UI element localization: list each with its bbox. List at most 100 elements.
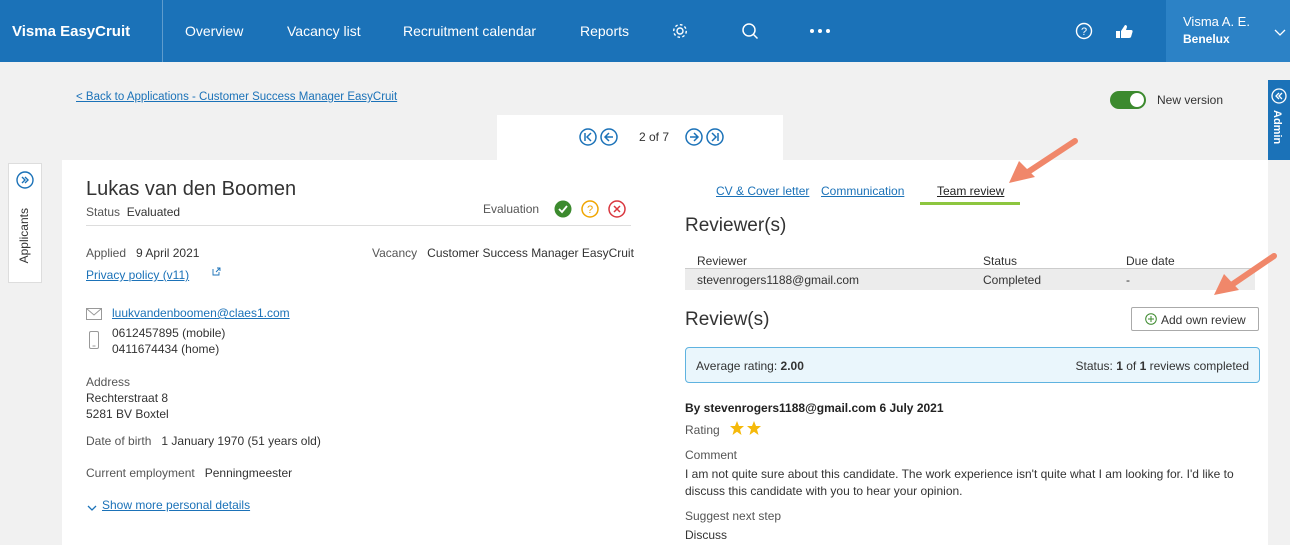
reviewers-heading: Reviewer(s)	[685, 215, 787, 236]
svg-text:?: ?	[587, 204, 593, 216]
active-tab-indicator	[920, 202, 1020, 205]
annotation-arrow-icon	[1210, 251, 1280, 302]
status-value: Evaluated	[126, 205, 181, 219]
dob-value: 1 January 1970 (51 years old)	[161, 434, 321, 448]
applied-field: Applied 9 April 2021	[86, 246, 199, 260]
reviewer-due-date: -	[1126, 273, 1130, 287]
star-icon	[746, 420, 762, 439]
show-more-personal-details-link[interactable]: Show more personal details	[102, 498, 250, 512]
thumbs-feedback-icon[interactable]	[1113, 0, 1137, 62]
tab-communication[interactable]: Communication	[821, 184, 904, 198]
plus-circle-icon	[1145, 313, 1157, 328]
average-rating-box: Average rating: 2.00 Status: 1 of 1 revi…	[685, 347, 1260, 383]
current-employment-field: Current employment Penningmeester	[86, 466, 292, 480]
average-rating-label: Average rating:	[696, 359, 778, 373]
status-field: Status Evaluated	[86, 205, 180, 219]
suggest-next-step-label: Suggest next step	[685, 509, 782, 523]
nav-reports[interactable]: Reports	[580, 0, 629, 62]
help-icon[interactable]: ?	[1072, 0, 1096, 62]
rating-label: Rating	[685, 423, 720, 437]
tab-cv-cover-letter[interactable]: CV & Cover letter	[716, 184, 809, 198]
reviews-status-label: Status:	[1075, 359, 1113, 373]
add-own-review-button[interactable]: Add own review	[1131, 307, 1259, 331]
nav-recruitment-calendar[interactable]: Recruitment calendar	[403, 0, 536, 62]
phone-mobile: 0612457895 (mobile)	[112, 326, 226, 340]
applicants-panel-tab[interactable]: Applicants	[8, 163, 42, 283]
top-navigation-bar: Visma EasyCruit Overview Vacancy list Re…	[0, 0, 1290, 62]
suggest-next-step-value: Discuss	[685, 528, 728, 542]
pager-position: 2 of 7	[639, 130, 670, 144]
next-applicant-icon[interactable]	[685, 128, 703, 149]
admin-label: Admin	[1271, 110, 1283, 145]
first-applicant-icon[interactable]	[579, 128, 597, 149]
back-to-applications-link[interactable]: < Back to Applications - Customer Succes…	[76, 91, 397, 103]
applicant-pager: 2 of 7	[497, 115, 783, 160]
address-line-2: 5281 BV Boxtel	[86, 407, 169, 421]
admin-panel-tab[interactable]: Admin	[1268, 80, 1290, 160]
nav-vacancy-list[interactable]: Vacancy list	[287, 0, 361, 62]
evaluation-approve-icon[interactable]	[554, 200, 572, 221]
reviews-status: Status: 1 of 1 reviews completed	[1076, 359, 1250, 373]
address-line-1: Rechterstraat 8	[86, 391, 169, 405]
average-rating: Average rating: 2.00	[696, 359, 804, 373]
tab-team-review[interactable]: Team review	[937, 184, 1004, 198]
user-menu[interactable]: Visma A. E. Benelux	[1166, 0, 1290, 62]
review-comment: I am not quite sure about this candidate…	[685, 467, 1234, 498]
double-chevron-right-icon	[16, 171, 34, 192]
toggle-knob	[1130, 93, 1144, 107]
reviews-status-suffix: reviews completed	[1149, 359, 1249, 373]
vacancy-value: Customer Success Manager EasyCruit	[427, 246, 634, 260]
brand-divider	[162, 0, 163, 62]
more-icon[interactable]	[808, 0, 832, 62]
column-header-due-date: Due date	[1126, 254, 1175, 268]
privacy-policy-link[interactable]: Privacy policy (v11)	[86, 268, 189, 282]
applied-value: 9 April 2021	[136, 246, 200, 260]
column-header-reviewer: Reviewer	[697, 254, 748, 268]
reviews-total-count: 1	[1139, 359, 1147, 373]
dob-label: Date of birth	[86, 434, 152, 448]
brand-logo[interactable]: Visma EasyCruit	[12, 0, 162, 62]
employment-value: Penningmeester	[204, 466, 293, 480]
mail-icon	[86, 308, 102, 323]
new-version-toggle[interactable]	[1110, 91, 1146, 109]
applicants-label: Applicants	[17, 208, 31, 264]
reviews-of-label: of	[1126, 359, 1137, 373]
applied-label: Applied	[86, 246, 127, 260]
annotation-arrow-icon	[1005, 136, 1081, 189]
chevron-down-icon[interactable]	[87, 501, 97, 515]
user-name: Visma A. E.	[1183, 14, 1250, 29]
vacancy-label: Vacancy	[372, 246, 418, 260]
review-author: By stevenrogers1188@gmail.com 6 July 202…	[685, 401, 944, 415]
evaluation-reject-icon[interactable]	[608, 200, 626, 221]
reviewer-status: Completed	[983, 273, 1042, 287]
add-own-review-label: Add own review	[1161, 313, 1246, 327]
email-link[interactable]: luukvandenboomen@claes1.com	[112, 306, 290, 320]
last-applicant-icon[interactable]	[706, 128, 724, 149]
evaluation-maybe-icon[interactable]: ?	[581, 200, 599, 221]
comment-label: Comment	[685, 448, 738, 462]
address-label: Address	[86, 375, 131, 389]
divider	[86, 225, 631, 226]
settings-gear-icon[interactable]	[668, 0, 692, 62]
external-link-icon	[212, 265, 221, 279]
previous-applicant-icon[interactable]	[600, 128, 618, 149]
svg-text:?: ?	[1081, 26, 1087, 38]
phone-icon	[89, 331, 99, 352]
status-label: Status	[86, 205, 121, 219]
employment-label: Current employment	[86, 466, 195, 480]
evaluation-label: Evaluation	[483, 202, 540, 216]
nav-overview[interactable]: Overview	[185, 0, 243, 62]
date-of-birth-field: Date of birth 1 January 1970 (51 years o…	[86, 434, 321, 448]
reviews-done-count: 1	[1116, 359, 1123, 373]
column-header-status: Status	[983, 254, 1018, 268]
vacancy-field: Vacancy Customer Success Manager EasyCru…	[372, 246, 634, 260]
reviews-heading: Review(s)	[685, 309, 770, 330]
average-rating-value: 2.00	[780, 359, 804, 373]
new-version-label: New version	[1157, 93, 1224, 107]
double-chevron-left-icon	[1271, 88, 1287, 107]
phone-home: 0411674434 (home)	[112, 342, 220, 356]
search-icon[interactable]	[738, 0, 762, 62]
chevron-down-icon	[1274, 26, 1286, 40]
star-icon	[729, 420, 745, 439]
reviewer-email: stevenrogers1188@gmail.com	[697, 273, 860, 287]
